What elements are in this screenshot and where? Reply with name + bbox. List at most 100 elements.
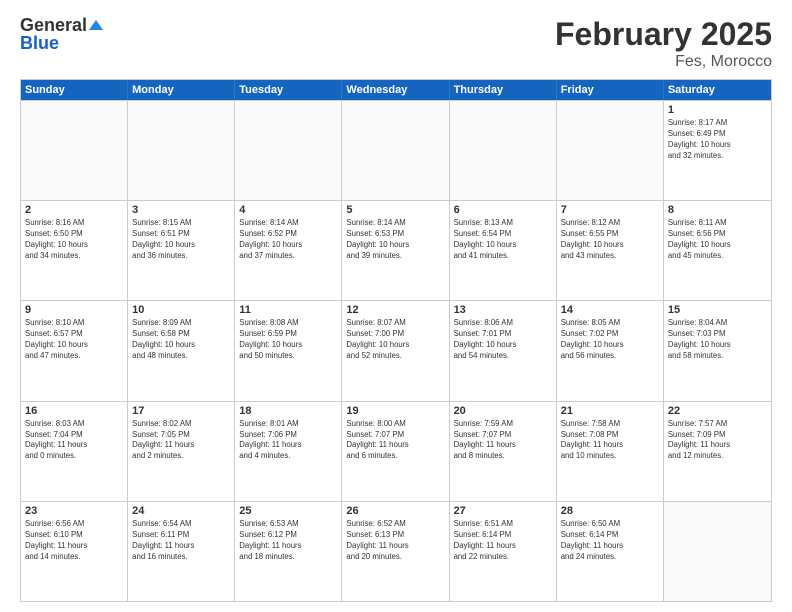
- day-number: 12: [346, 304, 444, 316]
- calendar-day-7: 7 Sunrise: 8:12 AM Sunset: 6:55 PM Daylig…: [557, 201, 664, 300]
- header-day-tuesday: Tuesday: [235, 80, 342, 100]
- day-number: 14: [561, 304, 659, 316]
- calendar-empty-cell: [664, 502, 771, 601]
- calendar-day-6: 6 Sunrise: 8:13 AM Sunset: 6:54 PM Daylig…: [450, 201, 557, 300]
- day-info: Sunrise: 8:11 AM Sunset: 6:56 PM Dayligh…: [668, 218, 767, 262]
- day-number: 23: [25, 505, 123, 517]
- calendar-week-3: 16Sunrise: 8:03 AM Sunset: 7:04 PM Dayli…: [21, 401, 771, 501]
- day-info: Sunrise: 7:59 AM Sunset: 7:07 PM Dayligh…: [454, 419, 552, 463]
- day-info: Sunrise: 8:02 AM Sunset: 7:05 PM Dayligh…: [132, 419, 230, 463]
- calendar-day-5: 5 Sunrise: 8:14 AM Sunset: 6:53 PM Daylig…: [342, 201, 449, 300]
- day-info: Sunrise: 8:09 AM Sunset: 6:58 PM Dayligh…: [132, 318, 230, 362]
- day-number: 4: [239, 204, 337, 216]
- day-number: 28: [561, 505, 659, 517]
- logo: General Blue: [20, 16, 103, 52]
- day-info: Sunrise: 8:17 AM Sunset: 6:49 PM Dayligh…: [668, 118, 767, 162]
- calendar-body: 1 Sunrise: 8:17 AM Sunset: 6:49 PM Daylig…: [21, 100, 771, 601]
- day-number: 10: [132, 304, 230, 316]
- day-number: 19: [346, 405, 444, 417]
- day-number: 21: [561, 405, 659, 417]
- calendar-empty-cell: [342, 101, 449, 200]
- calendar-day-9: 9 Sunrise: 8:10 AM Sunset: 6:57 PM Daylig…: [21, 301, 128, 400]
- day-info: Sunrise: 8:14 AM Sunset: 6:53 PM Dayligh…: [346, 218, 444, 262]
- day-number: 11: [239, 304, 337, 316]
- day-info: Sunrise: 8:05 AM Sunset: 7:02 PM Dayligh…: [561, 318, 659, 362]
- day-number: 24: [132, 505, 230, 517]
- day-info: Sunrise: 8:00 AM Sunset: 7:07 PM Dayligh…: [346, 419, 444, 463]
- calendar-day-4: 4 Sunrise: 8:14 AM Sunset: 6:52 PM Daylig…: [235, 201, 342, 300]
- calendar-day-17: 17 Sunrise: 8:02 AM Sunset: 7:05 PM Dayli…: [128, 402, 235, 501]
- calendar-day-8: 8 Sunrise: 8:11 AM Sunset: 6:56 PM Daylig…: [664, 201, 771, 300]
- calendar-day-16: 16Sunrise: 8:03 AM Sunset: 7:04 PM Dayli…: [21, 402, 128, 501]
- day-info: Sunrise: 8:13 AM Sunset: 6:54 PM Dayligh…: [454, 218, 552, 262]
- day-info: Sunrise: 8:03 AM Sunset: 7:04 PM Dayligh…: [25, 419, 123, 463]
- calendar-day-2: 2Sunrise: 8:16 AM Sunset: 6:50 PM Daylig…: [21, 201, 128, 300]
- day-number: 20: [454, 405, 552, 417]
- header-day-monday: Monday: [128, 80, 235, 100]
- day-number: 6: [454, 204, 552, 216]
- calendar-empty-cell: [235, 101, 342, 200]
- logo-line-2: Blue: [20, 34, 103, 52]
- calendar-day-3: 3Sunrise: 8:15 AM Sunset: 6:51 PM Daylig…: [128, 201, 235, 300]
- day-info: Sunrise: 8:12 AM Sunset: 6:55 PM Dayligh…: [561, 218, 659, 262]
- calendar-day-22: 22 Sunrise: 7:57 AM Sunset: 7:09 PM Dayli…: [664, 402, 771, 501]
- day-info: Sunrise: 8:06 AM Sunset: 7:01 PM Dayligh…: [454, 318, 552, 362]
- logo-blue: Blue: [20, 34, 59, 52]
- day-info: Sunrise: 8:16 AM Sunset: 6:50 PM Dayligh…: [25, 218, 123, 262]
- day-info: Sunrise: 6:52 AM Sunset: 6:13 PM Dayligh…: [346, 519, 444, 563]
- day-info: Sunrise: 8:14 AM Sunset: 6:52 PM Dayligh…: [239, 218, 337, 262]
- day-info: Sunrise: 8:15 AM Sunset: 6:51 PM Dayligh…: [132, 218, 230, 262]
- calendar-day-11: 11Sunrise: 8:08 AM Sunset: 6:59 PM Dayli…: [235, 301, 342, 400]
- calendar-day-28: 28 Sunrise: 6:50 AM Sunset: 6:14 PM Dayli…: [557, 502, 664, 601]
- month-title: February 2025: [555, 16, 772, 53]
- day-number: 27: [454, 505, 552, 517]
- day-number: 7: [561, 204, 659, 216]
- header-day-wednesday: Wednesday: [342, 80, 449, 100]
- day-number: 17: [132, 405, 230, 417]
- day-number: 9: [25, 304, 123, 316]
- location: Fes, Morocco: [555, 53, 772, 71]
- calendar-empty-cell: [21, 101, 128, 200]
- header-day-thursday: Thursday: [450, 80, 557, 100]
- calendar-day-19: 19 Sunrise: 8:00 AM Sunset: 7:07 PM Dayli…: [342, 402, 449, 501]
- calendar-week-4: 23 Sunrise: 6:56 AM Sunset: 6:10 PM Dayli…: [21, 501, 771, 601]
- day-number: 8: [668, 204, 767, 216]
- day-info: Sunrise: 8:07 AM Sunset: 7:00 PM Dayligh…: [346, 318, 444, 362]
- header-day-friday: Friday: [557, 80, 664, 100]
- day-info: Sunrise: 7:58 AM Sunset: 7:08 PM Dayligh…: [561, 419, 659, 463]
- logo-general: General: [20, 16, 87, 34]
- day-number: 5: [346, 204, 444, 216]
- calendar-day-1: 1 Sunrise: 8:17 AM Sunset: 6:49 PM Daylig…: [664, 101, 771, 200]
- day-number: 13: [454, 304, 552, 316]
- page: General Blue February 2025 Fes, Morocco …: [0, 0, 792, 612]
- calendar-day-25: 25 Sunrise: 6:53 AM Sunset: 6:12 PM Dayli…: [235, 502, 342, 601]
- calendar-day-20: 20 Sunrise: 7:59 AM Sunset: 7:07 PM Dayli…: [450, 402, 557, 501]
- calendar-week-0: 1 Sunrise: 8:17 AM Sunset: 6:49 PM Daylig…: [21, 100, 771, 200]
- calendar-day-24: 24 Sunrise: 6:54 AM Sunset: 6:11 PM Dayli…: [128, 502, 235, 601]
- calendar-day-14: 14 Sunrise: 8:05 AM Sunset: 7:02 PM Dayli…: [557, 301, 664, 400]
- calendar-day-21: 21 Sunrise: 7:58 AM Sunset: 7:08 PM Dayli…: [557, 402, 664, 501]
- calendar-day-12: 12 Sunrise: 8:07 AM Sunset: 7:00 PM Dayli…: [342, 301, 449, 400]
- day-number: 25: [239, 505, 337, 517]
- calendar-day-27: 27Sunrise: 6:51 AM Sunset: 6:14 PM Dayli…: [450, 502, 557, 601]
- calendar-empty-cell: [450, 101, 557, 200]
- day-number: 1: [668, 104, 767, 116]
- day-info: Sunrise: 8:10 AM Sunset: 6:57 PM Dayligh…: [25, 318, 123, 362]
- day-info: Sunrise: 6:50 AM Sunset: 6:14 PM Dayligh…: [561, 519, 659, 563]
- calendar-week-1: 2Sunrise: 8:16 AM Sunset: 6:50 PM Daylig…: [21, 200, 771, 300]
- day-info: Sunrise: 6:56 AM Sunset: 6:10 PM Dayligh…: [25, 519, 123, 563]
- day-info: Sunrise: 6:53 AM Sunset: 6:12 PM Dayligh…: [239, 519, 337, 563]
- day-info: Sunrise: 7:57 AM Sunset: 7:09 PM Dayligh…: [668, 419, 767, 463]
- calendar-week-2: 9 Sunrise: 8:10 AM Sunset: 6:57 PM Daylig…: [21, 300, 771, 400]
- day-number: 15: [668, 304, 767, 316]
- calendar-empty-cell: [128, 101, 235, 200]
- day-number: 22: [668, 405, 767, 417]
- calendar-day-10: 10 Sunrise: 8:09 AM Sunset: 6:58 PM Dayli…: [128, 301, 235, 400]
- calendar: SundayMondayTuesdayWednesdayThursdayFrid…: [20, 79, 772, 602]
- header: General Blue February 2025 Fes, Morocco: [20, 16, 772, 71]
- day-number: 26: [346, 505, 444, 517]
- day-info: Sunrise: 6:54 AM Sunset: 6:11 PM Dayligh…: [132, 519, 230, 563]
- calendar-day-26: 26 Sunrise: 6:52 AM Sunset: 6:13 PM Dayli…: [342, 502, 449, 601]
- calendar-day-15: 15Sunrise: 8:04 AM Sunset: 7:03 PM Dayli…: [664, 301, 771, 400]
- calendar-day-18: 18Sunrise: 8:01 AM Sunset: 7:06 PM Dayli…: [235, 402, 342, 501]
